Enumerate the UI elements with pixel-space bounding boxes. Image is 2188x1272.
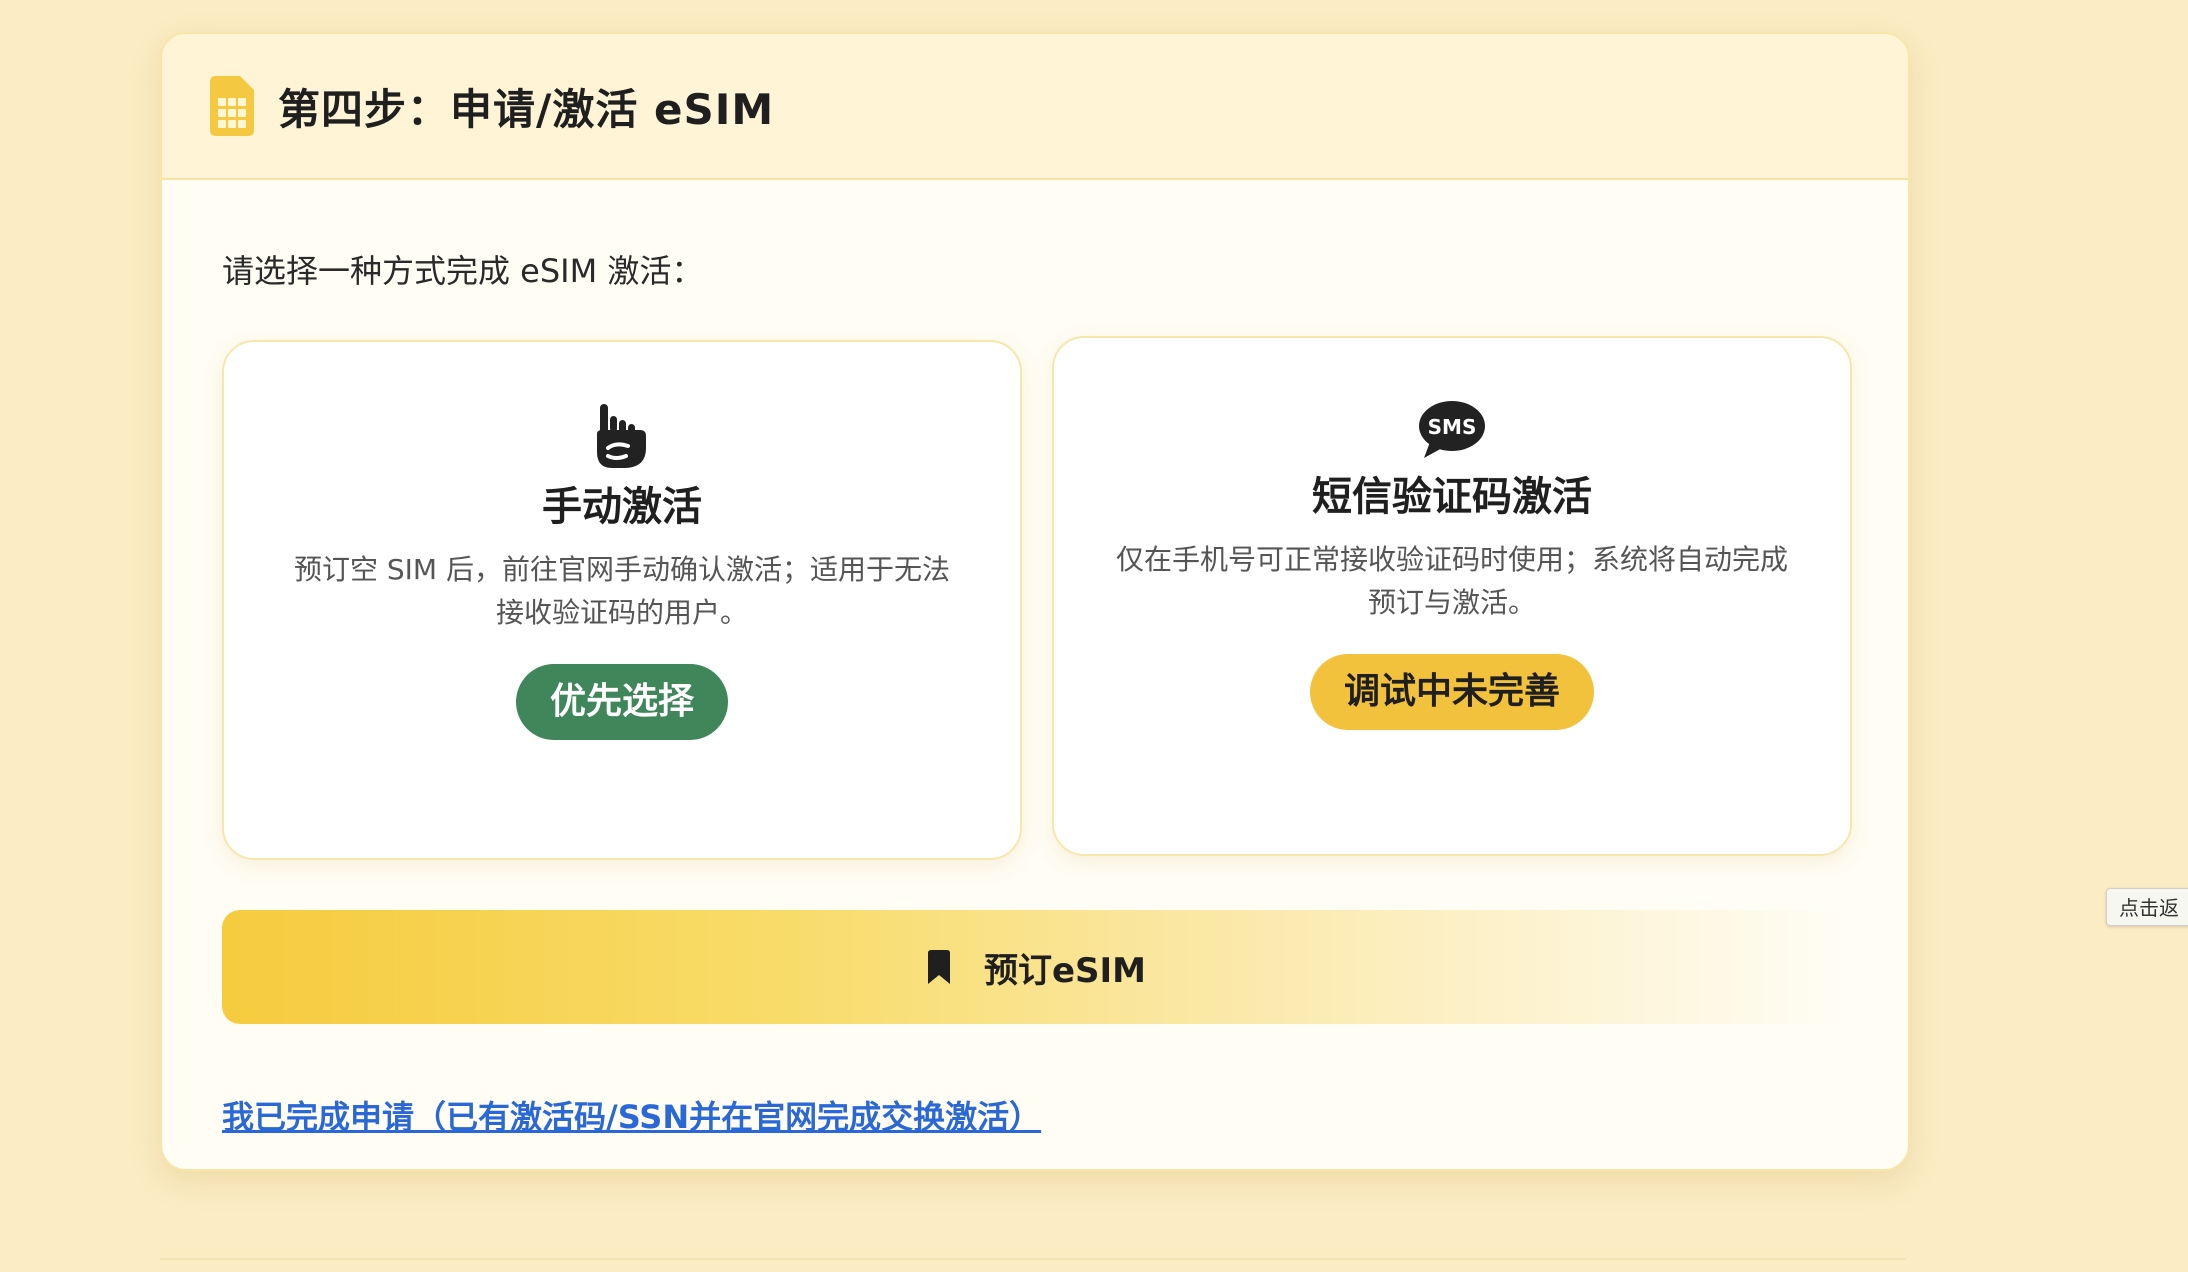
hand-pointer-icon: [597, 404, 646, 468]
sim-card-icon: [210, 76, 254, 136]
svg-text:SMS: SMS: [1428, 415, 1477, 439]
manual-activation-card[interactable]: 手动激活 预订空 SIM 后，前往官网手动确认激活；适用于无法接收验证码的用户。…: [222, 340, 1022, 860]
option-description: 预订空 SIM 后，前往官网手动确认激活；适用于无法接收验证码的用户。: [294, 553, 950, 629]
side-return-tab[interactable]: 点击返: [2106, 888, 2188, 926]
already-completed-link[interactable]: 我已完成申请（已有激活码/SSN并在官网完成交换激活）: [222, 1092, 1041, 1138]
divider: [160, 1258, 1906, 1260]
option-title: 手动激活: [542, 484, 702, 530]
instruction-text: 请选择一种方式完成 eSIM 激活：: [222, 252, 704, 290]
panel-header: 第四步：申请/激活 eSIM: [162, 34, 1908, 180]
option-title: 短信验证码激活: [1312, 474, 1592, 520]
option-description: 仅在手机号可正常接收验证码时使用；系统将自动完成预订与激活。: [1115, 543, 1788, 619]
step-title: 第四步：申请/激活 eSIM: [278, 84, 775, 134]
esim-step-panel: 第四步：申请/激活 eSIM 请选择一种方式完成 eSIM 激活： 手动激活 预…: [160, 32, 1910, 1171]
prefer-manual-button[interactable]: 优先选择: [515, 664, 728, 740]
reserve-esim-label: 预订eSIM: [983, 950, 1147, 991]
bookmark-icon: [927, 950, 950, 984]
reserve-esim-button[interactable]: 预订eSIM: [222, 910, 1850, 1024]
sms-icon: SMS: [1419, 401, 1485, 458]
sms-debug-button[interactable]: 调试中未完善: [1309, 654, 1594, 730]
sms-activation-card[interactable]: SMS 短信验证码激活 仅在手机号可正常接收验证码时使用；系统将自动完成预订与激…: [1052, 336, 1852, 856]
